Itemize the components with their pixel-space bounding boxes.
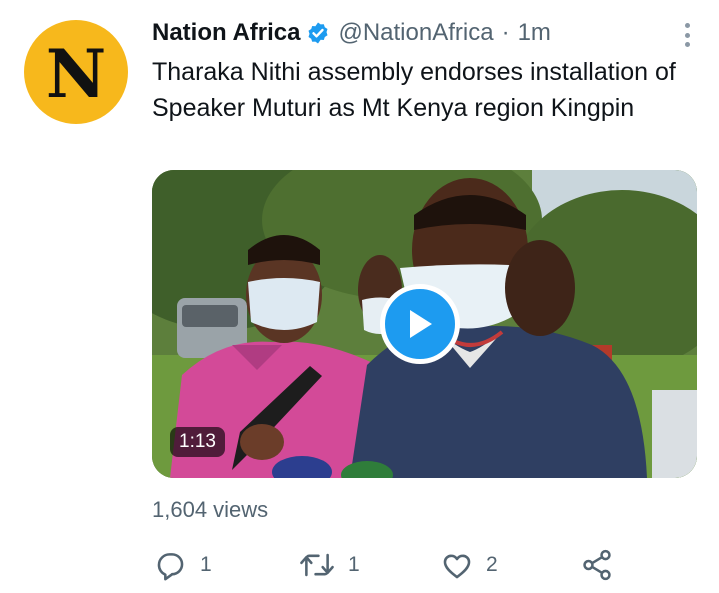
retweet-button[interactable]: 1 (298, 545, 360, 585)
more-options-icon[interactable] (677, 20, 697, 50)
tweet-text: Tharaka Nithi assembly endorses installa… (152, 58, 676, 122)
avatar-logo-letter: N (45, 35, 107, 113)
video-player[interactable]: 1:13 (152, 170, 697, 478)
tweet-timestamp[interactable]: 1m (518, 19, 551, 47)
retweet-icon (300, 553, 334, 577)
play-button[interactable] (380, 284, 460, 364)
like-button[interactable]: 2 (440, 545, 498, 585)
like-icon (443, 554, 471, 579)
separator-dot: · (501, 19, 510, 46)
retweet-count: 1 (348, 553, 360, 576)
view-count: 1,604 views (152, 497, 269, 522)
share-icon (583, 549, 611, 581)
avatar[interactable]: N (24, 20, 128, 124)
verified-badge-icon (306, 21, 330, 45)
video-duration-badge: 1:13 (170, 427, 225, 457)
author-handle[interactable]: @NationAfrica (338, 19, 493, 47)
reply-count: 1 (200, 553, 212, 576)
reply-button[interactable]: 1 (154, 545, 212, 585)
author-name[interactable]: Nation Africa (152, 19, 300, 47)
play-icon (410, 310, 432, 338)
reply-icon (157, 553, 184, 581)
like-count: 2 (486, 553, 498, 576)
tweet-actions: 1 1 2 (152, 545, 622, 585)
share-button[interactable] (580, 545, 614, 585)
tweet-header: Nation Africa @NationAfrica · 1m (152, 16, 663, 50)
